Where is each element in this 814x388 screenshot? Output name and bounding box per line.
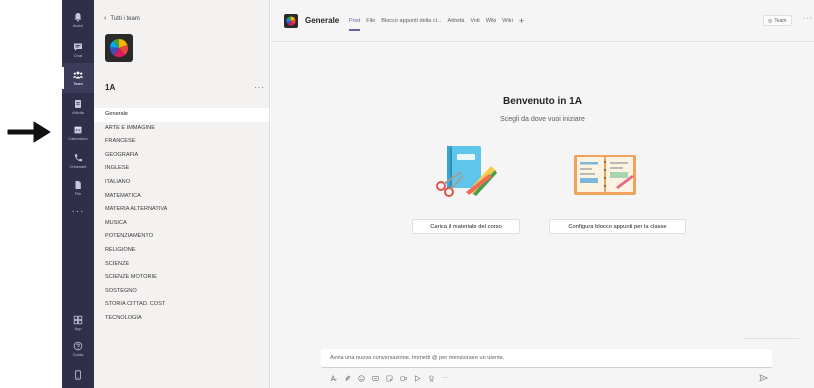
- chevron-left-icon: ‹: [104, 15, 107, 22]
- emoji-icon[interactable]: [357, 374, 365, 382]
- rail-label: Guida: [72, 352, 84, 357]
- team-name: 1A: [105, 83, 116, 92]
- channel-item[interactable]: SCIENZE MOTORIE: [94, 271, 269, 285]
- compose-placeholder: Avvia una nuova conversazione. Immetti @…: [330, 355, 505, 361]
- apps-icon: [73, 315, 83, 325]
- more-options-icon[interactable]: ···: [441, 374, 449, 382]
- compose-box[interactable]: Avvia una nuova conversazione. Immetti @…: [321, 349, 772, 368]
- rail-label: Attività: [71, 110, 84, 115]
- rail-item-file[interactable]: File: [62, 173, 94, 203]
- team-icon: [73, 71, 83, 79]
- praise-icon[interactable]: [427, 374, 435, 382]
- tab-voti[interactable]: Voti: [470, 18, 479, 24]
- channel-main: Generale Post File Blocco appunti della …: [271, 0, 814, 388]
- channel-title: Generale: [305, 16, 340, 25]
- tab-class-notebook[interactable]: Blocco appunti della cl...: [381, 18, 441, 24]
- tab-file[interactable]: File: [366, 18, 375, 24]
- rail-item-calendario[interactable]: Calendario: [62, 118, 94, 148]
- attach-icon[interactable]: [343, 374, 351, 382]
- channel-item[interactable]: ARTE E IMMAGINE: [94, 122, 269, 136]
- compose-toolbar: ···: [329, 374, 449, 382]
- course-material-illustration: [436, 146, 497, 197]
- channel-item-generale[interactable]: Generale: [94, 108, 269, 122]
- assignments-icon: [75, 100, 81, 108]
- arrow-right-icon: [7, 121, 51, 143]
- team-button-label: Team: [774, 17, 787, 24]
- bell-icon: [74, 13, 82, 22]
- rail-item-guida[interactable]: Guida: [62, 334, 94, 364]
- channel-item[interactable]: POTENZIAMENTO: [94, 230, 269, 244]
- team-channel-pane: ‹ Tutti i team 1A ··· Generale ARTE E IM…: [94, 0, 270, 388]
- upload-course-material-button[interactable]: Carica il materiale del corso: [412, 219, 520, 234]
- sticker-icon[interactable]: [385, 374, 393, 382]
- channel-item[interactable]: RELIGIONE: [94, 244, 269, 258]
- channel-item[interactable]: STORIA CITTAD. COST: [94, 298, 269, 312]
- channel-item[interactable]: SOSTEGNO: [94, 285, 269, 299]
- rail-label: Chat: [73, 53, 83, 58]
- rail-label: Team: [73, 81, 83, 86]
- team-avatar[interactable]: [105, 34, 133, 62]
- channel-item[interactable]: FRANCESE: [94, 135, 269, 149]
- rail-item-team[interactable]: Team: [62, 63, 94, 93]
- rail-item-chiamate[interactable]: Chiamate: [62, 146, 94, 176]
- class-notebook-illustration: [574, 155, 636, 195]
- back-to-all-teams[interactable]: ‹ Tutti i team: [104, 15, 140, 22]
- rail-label: Avvisi: [72, 23, 84, 28]
- rail-label: File: [74, 191, 82, 196]
- channel-item[interactable]: ITALIANO: [94, 176, 269, 190]
- mobile-device-icon: [75, 370, 81, 380]
- channel-item[interactable]: MATEMATICA: [94, 190, 269, 204]
- channel-item[interactable]: INGLESE: [94, 162, 269, 176]
- color-wheel-icon: [109, 38, 129, 58]
- rail-item-chat[interactable]: Chat: [62, 35, 94, 65]
- channel-item[interactable]: MATERIA ALTERNATIVA: [94, 203, 269, 217]
- header-more-options[interactable]: ···: [803, 15, 813, 22]
- gif-icon[interactable]: [371, 374, 379, 382]
- configure-class-notebook-button[interactable]: Configura blocco appunti per la classe: [549, 219, 686, 234]
- phone-icon: [74, 154, 83, 162]
- channel-list: Generale ARTE E IMMAGINE FRANCESE GEOGRA…: [94, 108, 269, 326]
- welcome-title: Benvenuto in 1A: [503, 96, 582, 107]
- back-label: Tutti i team: [110, 15, 140, 22]
- channel-tabs: Post File Blocco appunti della cl... Att…: [349, 17, 524, 31]
- send-icon[interactable]: [759, 374, 768, 382]
- schedule-icon[interactable]: [413, 374, 421, 382]
- chat-icon: [74, 43, 82, 51]
- format-icon[interactable]: [329, 374, 337, 382]
- channel-item[interactable]: SCIENZE: [94, 258, 269, 272]
- add-tab-button[interactable]: +: [519, 17, 524, 26]
- rail-label: App: [74, 326, 82, 331]
- device-button[interactable]: [66, 365, 90, 385]
- tab-post[interactable]: Post: [349, 18, 361, 31]
- rail-label: Chiamate: [69, 164, 87, 169]
- file-icon: [75, 181, 81, 189]
- rail-item-avvisi[interactable]: Avvisi: [62, 5, 94, 35]
- channel-avatar: [284, 14, 298, 28]
- color-wheel-icon: [286, 16, 296, 26]
- rail-more-button[interactable]: ···: [62, 206, 94, 217]
- meet-now-icon[interactable]: [399, 374, 407, 382]
- team-button[interactable]: ◎ Team: [763, 15, 792, 26]
- tab-attivita[interactable]: Attività: [448, 18, 465, 24]
- globe-icon: ◎: [768, 17, 773, 24]
- app-rail: Avvisi Chat Team Attività Calendario Chi…: [62, 0, 94, 388]
- calendar-icon: [74, 126, 82, 134]
- tab-wiki-2[interactable]: Wiki: [502, 18, 513, 24]
- tab-wiki[interactable]: Wiki: [486, 18, 497, 24]
- channel-item[interactable]: MUSICA: [94, 217, 269, 231]
- channel-item[interactable]: GEOGRAFIA: [94, 149, 269, 163]
- welcome-subtitle: Scegli da dove vuoi iniziare: [500, 116, 585, 123]
- channel-item[interactable]: TECNOLOGIA: [94, 312, 269, 326]
- compose-divider: [743, 338, 799, 339]
- channel-header: Generale Post File Blocco appunti della …: [271, 0, 814, 42]
- rail-label: Calendario: [68, 136, 88, 141]
- help-icon: [73, 341, 83, 351]
- teams-window: Avvisi Chat Team Attività Calendario Chi…: [0, 0, 814, 388]
- team-more-options[interactable]: ···: [254, 83, 265, 92]
